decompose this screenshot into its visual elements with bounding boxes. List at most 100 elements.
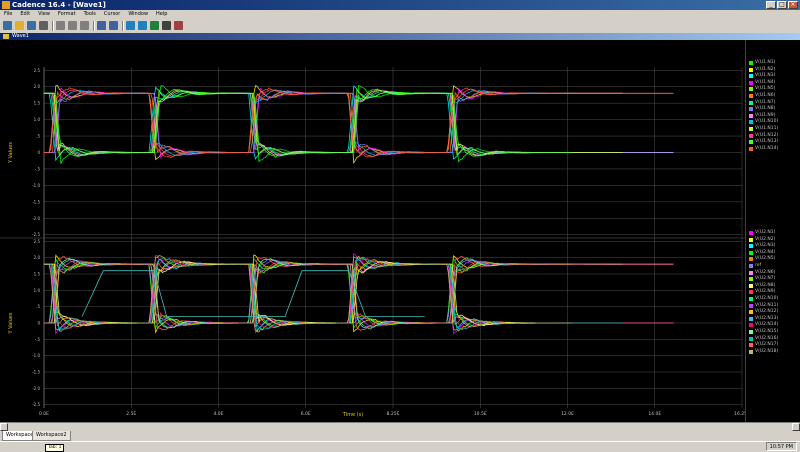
legend-item[interactable]: V(U2.N7) (749, 276, 775, 282)
legend-item[interactable]: V(U2.N15) (749, 329, 778, 335)
legend-label: V(U1.N9) (755, 112, 776, 118)
legend-swatch (749, 74, 753, 79)
app-title: Cadence 16.4 - [Wave1] (12, 1, 106, 9)
legend-label: V(U2.N3) (755, 243, 776, 249)
legend-item[interactable]: V(U2.N10) (749, 296, 778, 302)
copy-icon[interactable] (68, 21, 77, 30)
y-tick-label: -1.0 (32, 183, 40, 188)
redo-icon[interactable] (109, 21, 118, 30)
scroll-right-icon[interactable] (792, 423, 800, 431)
cursor-icon[interactable] (162, 21, 171, 30)
legend-label: V(U1.N3) (755, 73, 776, 79)
undo-icon[interactable] (97, 21, 106, 30)
legend-item[interactable]: V(U2.N9) (749, 289, 775, 295)
legend-item[interactable]: V(U1.N7) (749, 100, 775, 106)
menu-view[interactable]: View (34, 10, 54, 19)
legend-label: V(U1.N2) (755, 66, 776, 72)
legend-item[interactable]: V(U2.N2) (749, 237, 775, 243)
menu-cursor[interactable]: Cursor (100, 10, 124, 19)
legend-swatch (749, 310, 753, 315)
zoom-out-icon[interactable] (138, 21, 147, 30)
legend-item[interactable]: V(U1.N12) (749, 133, 778, 139)
print-icon[interactable] (39, 21, 48, 30)
maximize-button[interactable]: □ (777, 1, 787, 9)
x-tick-label: 0.0E (39, 411, 49, 417)
waveform-plot[interactable]: 2.5 2.0 1.5 1.0 .5 0 -.5 -1.0 -1.5 -2.0 -2.5 Y Valu… (0, 40, 750, 422)
legend-item[interactable]: V(U2.N11) (749, 303, 778, 309)
legend-label: V(U2.N8) (755, 282, 776, 288)
legend-label: V(U2.N5) (755, 256, 776, 262)
legend-swatch (749, 336, 753, 341)
waveform-trace (44, 89, 623, 157)
legend-item[interactable]: V(U2.N1) (749, 230, 775, 236)
legend-item[interactable]: V(U1.N4) (749, 80, 775, 86)
fit-icon[interactable] (150, 21, 159, 30)
legend-item[interactable]: V(U1.N13) (749, 139, 778, 145)
legend-item[interactable]: V(U2.N5) (749, 256, 775, 262)
legend-label: V(U2.N15) (755, 329, 779, 334)
legend-item[interactable]: V(U1.N10) (749, 119, 778, 125)
legend-label: V(U1.N4) (755, 79, 776, 85)
y-tick-label: 2.0 (34, 255, 41, 260)
legend-item[interactable]: V(U1.N11) (749, 126, 778, 132)
legend-item[interactable]: V(U2.N17) (749, 342, 778, 348)
legend-item[interactable]: V(U1.N1) (749, 60, 775, 66)
legend-item[interactable]: V(U1.N3) (749, 73, 775, 79)
minimize-button[interactable]: _ (766, 1, 776, 9)
legend-item[interactable]: V(U2.N4) (749, 250, 775, 256)
legend-label: V(U2.N12) (755, 309, 779, 315)
waveform-trace (44, 254, 623, 334)
save-icon[interactable] (27, 21, 36, 30)
legend-swatch (749, 80, 753, 85)
menu-window[interactable]: Window (124, 10, 152, 19)
status-tooltip: Tab: 1 (45, 444, 65, 452)
legend-swatch (749, 67, 753, 72)
legend-item[interactable]: V(U1.N9) (749, 113, 775, 119)
legend-item[interactable]: V(U2.N3) (749, 243, 775, 249)
y-tick-label: .5 (36, 304, 40, 309)
menu-tools[interactable]: Tools (80, 10, 100, 19)
legend-label: ref (755, 263, 762, 268)
legend-swatch (749, 349, 753, 354)
legend-label: V(U2.N4) (755, 249, 776, 255)
scroll-left-icon[interactable] (0, 423, 8, 431)
legend-item[interactable]: V(U1.N8) (749, 106, 775, 112)
legend-item[interactable]: V(U2.N13) (749, 316, 778, 322)
toolbar-separator (52, 21, 54, 31)
legend-item[interactable]: V(U2.N8) (749, 283, 775, 289)
legend-item[interactable]: V(U2.N16) (749, 336, 778, 342)
menu-help[interactable]: Help (152, 10, 171, 19)
y-tick-label: 1.0 (34, 288, 41, 293)
paste-icon[interactable] (80, 21, 89, 30)
close-button[interactable]: × (788, 1, 798, 9)
new-icon[interactable] (3, 21, 12, 30)
plot-area[interactable]: 2.5 2.0 1.5 1.0 .5 0 -.5 -1.0 -1.5 -2.0 -2.5 Y Valu… (0, 40, 750, 422)
legend-item[interactable]: V(U2.N18) (749, 349, 778, 355)
legend-item[interactable]: V(U1.N5) (749, 86, 775, 92)
legend-label: V(U2.N13) (755, 315, 779, 321)
y-tick-label: 1.5 (34, 271, 41, 276)
legend-item[interactable]: V(U1.N2) (749, 67, 775, 73)
menu-file[interactable]: File (0, 10, 16, 19)
legend-item[interactable]: V(U1.N14) (749, 146, 778, 152)
menu-format[interactable]: Format (54, 10, 80, 19)
legend-swatch (749, 343, 753, 348)
legend-swatch (749, 113, 753, 118)
legend-item[interactable]: V(U2.N14) (749, 322, 778, 328)
cut-icon[interactable] (56, 21, 65, 30)
app-icon (2, 1, 10, 9)
legend-item[interactable]: V(U2.N6) (749, 270, 775, 276)
waveform-trace (44, 89, 572, 157)
tab-workspace2[interactable]: Workspace2 (32, 431, 71, 441)
legend-item[interactable]: ref (749, 263, 761, 269)
x-tick-label: 14.0E (648, 411, 661, 417)
menu-edit[interactable]: Edit (16, 10, 34, 19)
measure-icon[interactable] (174, 21, 183, 30)
waveform-trace (44, 258, 623, 329)
legend-item[interactable]: V(U1.N6) (749, 93, 775, 99)
open-icon[interactable] (15, 21, 24, 30)
legend-item[interactable]: V(U2.N12) (749, 309, 778, 315)
zoom-in-icon[interactable] (126, 21, 135, 30)
legend-swatch (749, 61, 753, 65)
legend-label: V(U2.N1) (755, 230, 776, 235)
